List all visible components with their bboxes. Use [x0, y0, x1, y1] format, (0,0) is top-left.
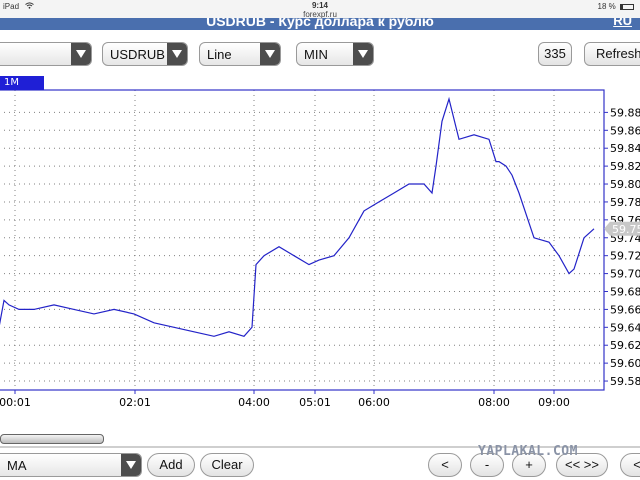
symbol-value: USDRUB [110, 47, 165, 62]
y-tick-label: 59.68 [610, 285, 640, 298]
x-tick-label: 02:01 [119, 396, 151, 409]
y-tick-label: 59.82 [610, 160, 640, 173]
status-time: 9:14 [311, 1, 328, 10]
plot-area [0, 90, 604, 390]
period-select[interactable]: MIN [296, 42, 374, 66]
y-tick-label: 59.70 [610, 268, 640, 281]
y-tick-label: 59.64 [610, 321, 640, 334]
add-indicator-button[interactable]: Add [147, 453, 195, 477]
chart-toolbar: USDRUB Line MIN 335 Refresh [0, 30, 640, 76]
chevron-down-icon [167, 43, 187, 65]
x-tick-label: 06:00 [358, 396, 390, 409]
y-tick-label: 59.86 [610, 124, 640, 137]
y-tick-label: 59.72 [610, 250, 640, 263]
last-value-label: 59.75 [612, 223, 640, 236]
chart-type-select[interactable]: Line [199, 42, 281, 66]
x-tick-label: 04:00 [238, 396, 270, 409]
x-tick-label: 05:01 [299, 396, 331, 409]
clear-indicators-button[interactable]: Clear [200, 453, 254, 477]
y-tick-label: 59.80 [610, 178, 640, 191]
last-value-marker: 59.75 [604, 221, 640, 236]
x-tick-label: 00:01 [0, 396, 31, 409]
chart-type-value: Line [207, 47, 232, 62]
y-tick-label: 59.58 [610, 375, 640, 388]
chevron-down-icon [71, 43, 91, 65]
x-axis-ticks: 00:01 02:01 04:00 05:01 06:00 08:00 09:00 [0, 390, 570, 409]
x-tick-label: 09:00 [538, 396, 570, 409]
y-axis-ticks: 59.58 59.60 59.62 59.64 59.66 59.68 59.70 59.72… [604, 106, 640, 388]
symbol-select[interactable]: USDRUB [102, 42, 188, 66]
period-tab[interactable]: 1M [0, 76, 44, 90]
scroll-right-button[interactable]: < [620, 453, 640, 477]
price-chart[interactable]: 59.58 59.60 59.62 59.64 59.66 59.68 59.70 59.72… [0, 76, 640, 432]
page-header: USDRUB - Курс доллара к рублю RU [0, 18, 640, 30]
y-tick-label: 59.66 [610, 303, 640, 316]
scroll-left-button[interactable]: < [428, 453, 462, 477]
y-tick-label: 59.62 [610, 339, 640, 352]
refresh-button[interactable]: Refresh [584, 42, 640, 66]
indicator-select[interactable]: MA [0, 453, 142, 477]
y-tick-label: 59.78 [610, 196, 640, 209]
chevron-down-icon [260, 43, 280, 65]
chart-scrollbar[interactable] [0, 434, 104, 444]
chevron-down-icon [353, 43, 373, 65]
market-select[interactable] [0, 42, 92, 66]
page-title: USDRUB - Курс доллара к рублю [206, 18, 434, 29]
points-count-field[interactable]: 335 [538, 42, 572, 66]
language-link[interactable]: RU [613, 18, 632, 28]
period-value: MIN [304, 47, 328, 62]
x-tick-label: 08:00 [478, 396, 510, 409]
indicator-value: MA [7, 458, 27, 473]
y-tick-label: 59.60 [610, 357, 640, 370]
chevron-down-icon [121, 454, 141, 476]
watermark-text: YAPLAKAL.COM [478, 444, 578, 459]
y-tick-label: 59.84 [610, 142, 640, 155]
battery-icon [620, 3, 634, 10]
y-tick-label: 59.88 [610, 106, 640, 119]
